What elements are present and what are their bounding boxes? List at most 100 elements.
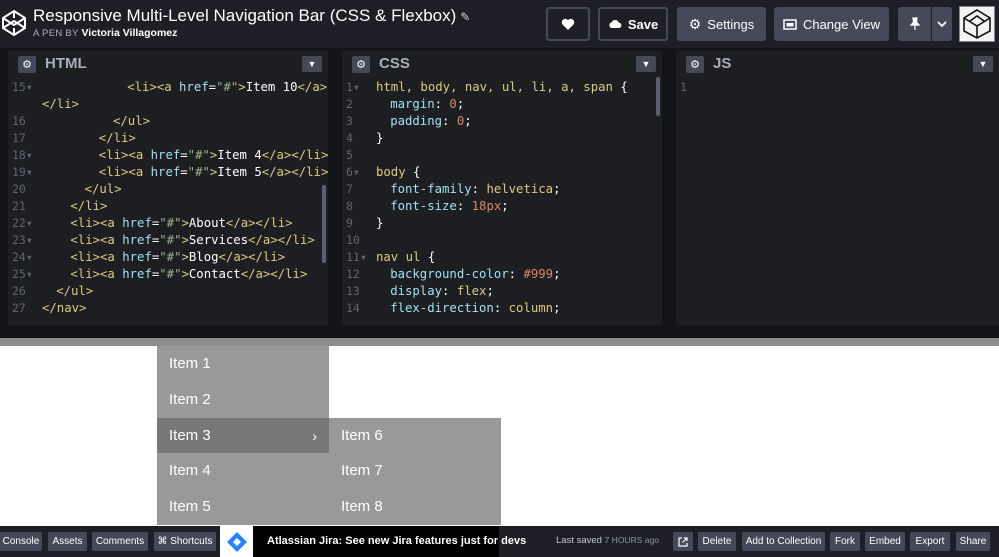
css-code[interactable]: 1▾ html, body, nav, ul, li, a, span {2 mar… [342,77,662,325]
code-line[interactable]: 3 padding: 0; [342,113,662,130]
code-token: <li> [70,267,101,281]
code-line[interactable]: 15▾ <li><a href="#">Item 10</a> [8,79,328,96]
css-editor-dropdown-button[interactable]: ▼ [636,56,656,72]
submenu-item-8[interactable]: Item 8 [329,489,501,525]
avatar[interactable] [959,6,995,42]
code-token: <a [156,80,180,94]
code-line[interactable]: 4} [342,130,662,147]
assets-button[interactable]: Assets [48,532,87,551]
pin-dropdown-button[interactable] [932,7,952,41]
code-text: margin: 0; [390,96,464,113]
code-line[interactable]: 26 </ul> [8,283,328,300]
code-line[interactable]: 20 </ul> [8,181,328,198]
js-code[interactable]: 1 [676,77,999,325]
code-token: flex-direction [390,301,494,315]
code-text: nav ul { [376,249,435,266]
html-settings-gear-icon[interactable]: ⚙ [18,56,36,73]
code-token: } [376,216,384,230]
code-text: body { [376,164,420,181]
nav-item-5[interactable]: Item 5 [157,489,329,525]
code-line[interactable]: 1▾ html, body, nav, ul, li, a, span { [342,79,662,96]
code-text: padding: 0; [390,113,471,130]
pin-icon [909,17,920,30]
author-link[interactable]: Victoria Villagomez [81,27,177,39]
line-number: 25▾ [12,267,33,281]
pen-title[interactable]: Responsive Multi-Level Navigation Bar (C… [33,6,470,26]
ad-text[interactable]: Atlassian Jira: See new Jira features ju… [253,526,526,557]
code-line[interactable]: 6▾ body { [342,164,662,181]
fork-button[interactable]: Fork [830,532,860,551]
comments-button[interactable]: Comments [92,532,148,551]
html-editor-dropdown-button[interactable]: ▼ [302,56,322,72]
nav-item-2[interactable]: Item 2 [157,382,329,418]
code-line[interactable]: 18▾ <li><a href="#">Item 4</a></li> [8,147,328,164]
code-token: flex [456,284,487,298]
html-editor[interactable]: ⚙ HTML ▼ 15▾ <li><a href="#">Item 10</a> <… [8,48,328,325]
code-line[interactable]: 14 flex-direction: column; [342,300,662,317]
code-line[interactable]: 21 </li> [8,198,328,215]
settings-button[interactable]: ⚙ Settings [677,7,766,41]
save-button[interactable]: Save [598,7,668,41]
export-button[interactable]: Export [910,532,950,551]
code-token: = [180,165,188,179]
code-line[interactable]: 12 background-color: #999; [342,266,662,283]
pen-title-text[interactable]: Responsive Multi-Level Navigation Bar (C… [33,6,456,25]
editor-preview-resizer[interactable] [0,338,999,346]
code-line[interactable]: 2 margin: 0; [342,96,662,113]
change-view-button[interactable]: Change View [774,7,889,41]
code-line[interactable]: 25▾ <li><a href="#">Contact</a></li> [8,266,328,283]
code-line[interactable]: 8 font-size: 18px; [342,198,662,215]
pin-button[interactable] [898,7,931,41]
js-settings-gear-icon[interactable]: ⚙ [686,56,704,73]
code-line[interactable]: </li> [8,96,328,113]
code-token: ; [456,97,465,111]
code-line[interactable]: 10 [342,232,662,249]
embed-button[interactable]: Embed [865,532,905,551]
code-line[interactable]: 13 display: flex; [342,283,662,300]
code-line[interactable]: 22▾ <li><a href="#">About</a></li> [8,215,328,232]
code-line[interactable]: 9} [342,215,662,232]
console-button[interactable]: Console [0,532,42,551]
shortcuts-button[interactable]: ⌘ Shortcuts [154,532,216,551]
css-settings-gear-icon[interactable]: ⚙ [352,56,370,73]
code-token: ; [553,182,561,196]
js-editor[interactable]: ⚙ JS ▼ 1 [676,48,999,325]
css-editor[interactable]: ⚙ CSS ▼ 1▾ html, body, nav, ul, li, a, sp… [342,48,662,325]
nav-item-4[interactable]: Item 4 [157,453,329,489]
pencil-icon[interactable]: ✎ [460,10,470,24]
submenu-item-7[interactable]: Item 7 [329,453,501,489]
delete-button[interactable]: Delete [698,532,736,551]
code-line[interactable]: 7 font-family: helvetica; [342,181,662,198]
js-editor-dropdown-button[interactable]: ▼ [973,56,993,72]
code-line[interactable]: 27 </nav> [8,300,328,317]
share-button[interactable]: Share [956,532,990,551]
nav-item-1[interactable]: Item 1 [157,346,329,382]
line-number: 16 [12,114,26,128]
code-line[interactable]: 11▾ nav ul { [342,249,662,266]
code-line[interactable]: 16 </ul> [8,113,328,130]
code-token: href [150,165,181,179]
code-line[interactable]: 1 [676,79,999,96]
code-text: font-size: 18px; [390,198,508,215]
nav-item-3[interactable]: Item 3 › [157,418,329,454]
code-text: background-color: #999; [390,266,560,283]
code-text: </ul> [85,181,122,198]
add-to-collection-button[interactable]: Add to Collection [742,532,825,551]
code-token: helvetica [486,182,554,196]
html-code[interactable]: 15▾ <li><a href="#">Item 10</a> </li> 16 </u… [8,77,328,325]
codepen-logo-icon[interactable] [0,8,28,38]
css-scrollbar[interactable] [656,77,660,116]
open-external-button[interactable] [673,532,693,551]
code-text: </ul> [56,283,93,300]
code-line[interactable]: 5 [342,147,662,164]
submenu-item-6[interactable]: Item 6 [329,418,501,454]
code-token: ; [553,267,561,281]
ad-jira-logo[interactable] [220,526,253,557]
code-token: ; [501,199,509,213]
code-line[interactable]: 19▾ <li><a href="#">Item 5</a></li> [8,164,328,181]
code-line[interactable]: 23▾ <li><a href="#">Services</a></li> [8,232,328,249]
code-line[interactable]: 24▾ <li><a href="#">Blog</a></li> [8,249,328,266]
heart-button[interactable] [546,7,590,41]
html-scrollbar[interactable] [322,185,326,263]
code-line[interactable]: 17 </li> [8,130,328,147]
